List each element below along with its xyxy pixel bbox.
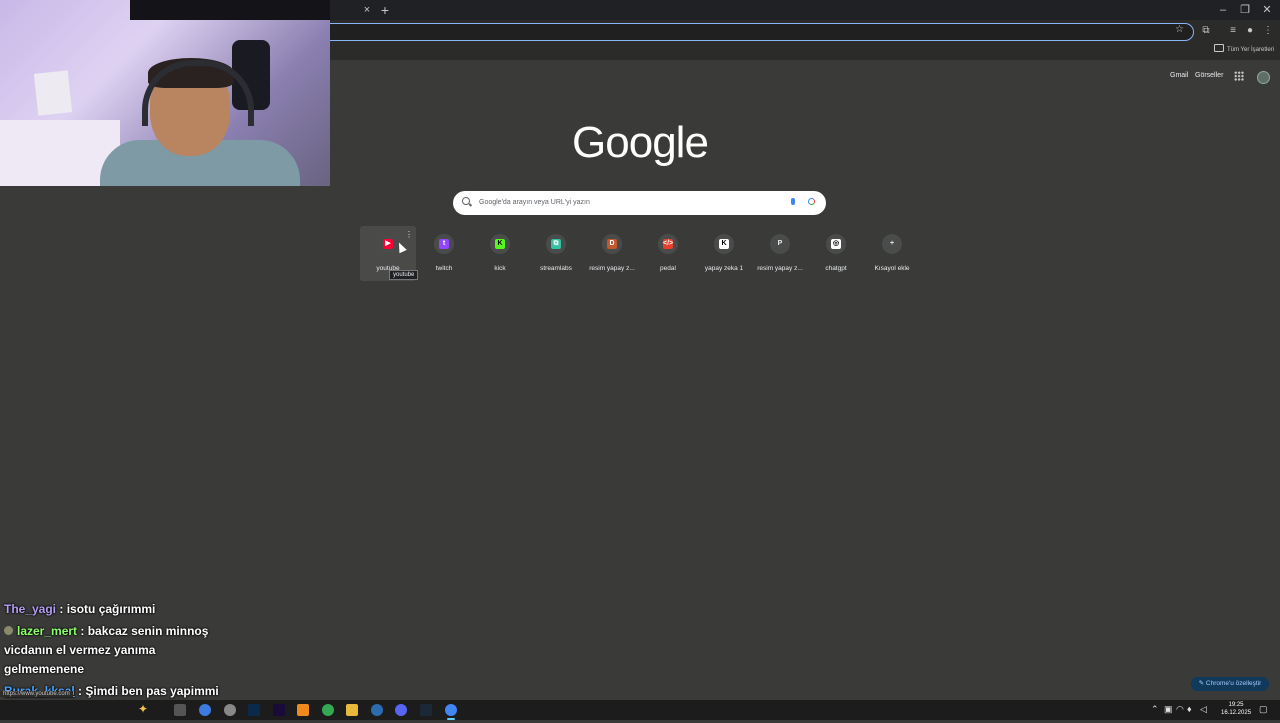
account-avatar[interactable] — [1257, 71, 1270, 84]
shortcut-label: resim yapay z... — [589, 265, 635, 272]
search-icon — [462, 197, 470, 205]
chrome-icon[interactable] — [322, 704, 334, 716]
shortcut-tooltip: youtube — [389, 270, 419, 280]
clock-time: 19:25 — [1228, 702, 1244, 708]
chat-message: lazer_mert : bakcaz senin minnoş vicdanı… — [4, 624, 209, 676]
discord-icon[interactable] — [395, 704, 407, 716]
chat-username: lazer_mert — [17, 624, 78, 638]
favicon-glyph: ◎ — [831, 239, 841, 249]
taskbar — [0, 700, 1280, 720]
address-bar[interactable] — [300, 23, 1194, 41]
app-icon[interactable] — [371, 704, 383, 716]
minimize-icon[interactable]: – — [1215, 3, 1231, 17]
add-shortcut-button[interactable]: + Kısayol ekle — [864, 226, 920, 281]
shortcut-favicon-icon: P — [770, 234, 790, 254]
bookmark-star-icon[interactable]: ☆ — [1175, 24, 1184, 35]
search-placeholder: Google'da arayın veya URL'yi yazın — [479, 199, 590, 206]
shortcut-label: yapay zeka 1 — [704, 265, 744, 272]
wifi-icon[interactable]: ◠ — [1176, 704, 1184, 715]
google-apps-icon[interactable] — [1234, 71, 1244, 81]
premiere-icon[interactable] — [273, 704, 285, 716]
mouse-cursor-icon — [395, 240, 407, 254]
status-bar-url: https://www.youtube.com — [0, 691, 73, 697]
shortcut-label: Kısayol ekle — [874, 265, 910, 272]
volume-icon[interactable]: ◁ — [1200, 704, 1207, 715]
favicon-glyph: + — [887, 239, 897, 249]
new-tab-button[interactable]: + — [378, 2, 392, 18]
chat-badge-icon — [4, 626, 13, 635]
shortcut-tile[interactable]: Dresim yapay z... — [584, 226, 640, 281]
media-icon[interactable]: ≡ — [1227, 24, 1239, 38]
shortcut-menu-icon[interactable]: ⋮ — [405, 230, 413, 239]
favicon-glyph: t — [439, 239, 449, 249]
favicon-glyph: K — [495, 239, 505, 249]
shortcut-favicon-icon: + — [882, 234, 902, 254]
microphone-icon[interactable]: ♦ — [1187, 704, 1192, 714]
shortcut-label: twitch — [435, 265, 453, 272]
shortcut-label: pedal — [660, 265, 676, 272]
browser-menu-icon[interactable]: ⋮ — [1262, 24, 1274, 38]
notifications-icon[interactable]: ▢ — [1259, 704, 1268, 715]
shortcut-label: chatgpt — [825, 265, 847, 272]
chrome-active-icon[interactable] — [445, 704, 457, 720]
extensions-icon[interactable]: ⧉ — [1200, 24, 1212, 38]
tray-icon[interactable]: ▣ — [1164, 704, 1173, 715]
shortcut-favicon-icon: D — [602, 234, 622, 254]
favicon-glyph: ▶ — [383, 239, 393, 249]
chat-username: The_yagi — [4, 602, 57, 616]
all-bookmarks-label: Tüm Yer İşaretleri — [1227, 47, 1275, 53]
shortcut-tile[interactable]: t twitch — [416, 226, 472, 281]
shortcut-tile[interactable]: Kyapay zeka 1 — [696, 226, 752, 281]
shortcut-tile[interactable]: </> pedal — [640, 226, 696, 281]
chat-text: isotu çağırımmi — [66, 602, 156, 616]
file-explorer-icon[interactable] — [346, 704, 358, 716]
favicon-glyph: </> — [663, 239, 674, 249]
task-view-icon[interactable] — [174, 704, 186, 716]
settings-icon[interactable] — [224, 704, 236, 716]
shortcut-favicon-icon: ⧉ — [546, 234, 566, 254]
shortcut-tile[interactable]: ⧉ streamlabs — [528, 226, 584, 281]
shortcut-tile[interactable]: ◎ chatgpt — [808, 226, 864, 281]
shortcut-favicon-icon: K — [490, 234, 510, 254]
gmail-link[interactable]: Gmail — [1170, 72, 1188, 79]
tray-chevron-icon[interactable]: ⌃ — [1151, 704, 1159, 715]
favicon-glyph: ⧉ — [551, 239, 561, 249]
shortcut-favicon-icon: t — [434, 234, 454, 254]
customize-chrome-label: Chrome'u özelleştir — [1205, 680, 1262, 687]
copilot-icon[interactable] — [199, 704, 211, 716]
shortcut-label: kick — [494, 265, 506, 272]
shortcut-favicon-icon: ◎ — [826, 234, 846, 254]
profile-icon[interactable]: ● — [1244, 24, 1256, 38]
system-clock[interactable]: 19:25 16.12.2025 — [1221, 701, 1251, 717]
taskbar-app-icon[interactable] — [297, 704, 309, 716]
steam-icon[interactable] — [420, 704, 432, 716]
customize-chrome-button[interactable]: ✎ Chrome'u özelleştir — [1191, 677, 1269, 691]
shortcut-label: resim yapay z... — [757, 265, 803, 272]
shortcut-tile[interactable]: Presim yapay z... — [752, 226, 808, 281]
favicon-glyph: D — [607, 239, 617, 249]
photoshop-icon[interactable] — [248, 704, 260, 716]
search-box[interactable]: Google'da arayın veya URL'yi yazın — [453, 191, 826, 215]
chat-message: The_yagi : isotu çağırımmi — [4, 602, 156, 616]
favicon-glyph: K — [719, 239, 729, 249]
shortcut-label: streamlabs — [540, 265, 572, 272]
copilot-sparkle-icon[interactable]: ✦ — [138, 702, 148, 716]
images-link[interactable]: Görseller — [1195, 72, 1223, 79]
webcam-overlay — [0, 0, 330, 186]
voice-search-icon[interactable] — [791, 198, 795, 205]
restore-icon[interactable]: ❐ — [1237, 3, 1253, 17]
favicon-glyph: P — [775, 239, 785, 249]
shortcut-tile[interactable]: Kkick — [472, 226, 528, 281]
close-tab-icon[interactable]: × — [361, 4, 373, 16]
clock-date: 16.12.2025 — [1221, 710, 1252, 716]
shortcut-favicon-icon: K — [714, 234, 734, 254]
all-bookmarks-button[interactable]: Tüm Yer İşaretleri — [1214, 44, 1274, 53]
google-logo: Google — [572, 118, 709, 167]
shortcut-favicon-icon: </> — [658, 234, 678, 254]
lens-search-icon[interactable] — [808, 198, 815, 205]
close-window-icon[interactable]: ✕ — [1259, 3, 1275, 17]
folder-icon — [1214, 44, 1224, 52]
